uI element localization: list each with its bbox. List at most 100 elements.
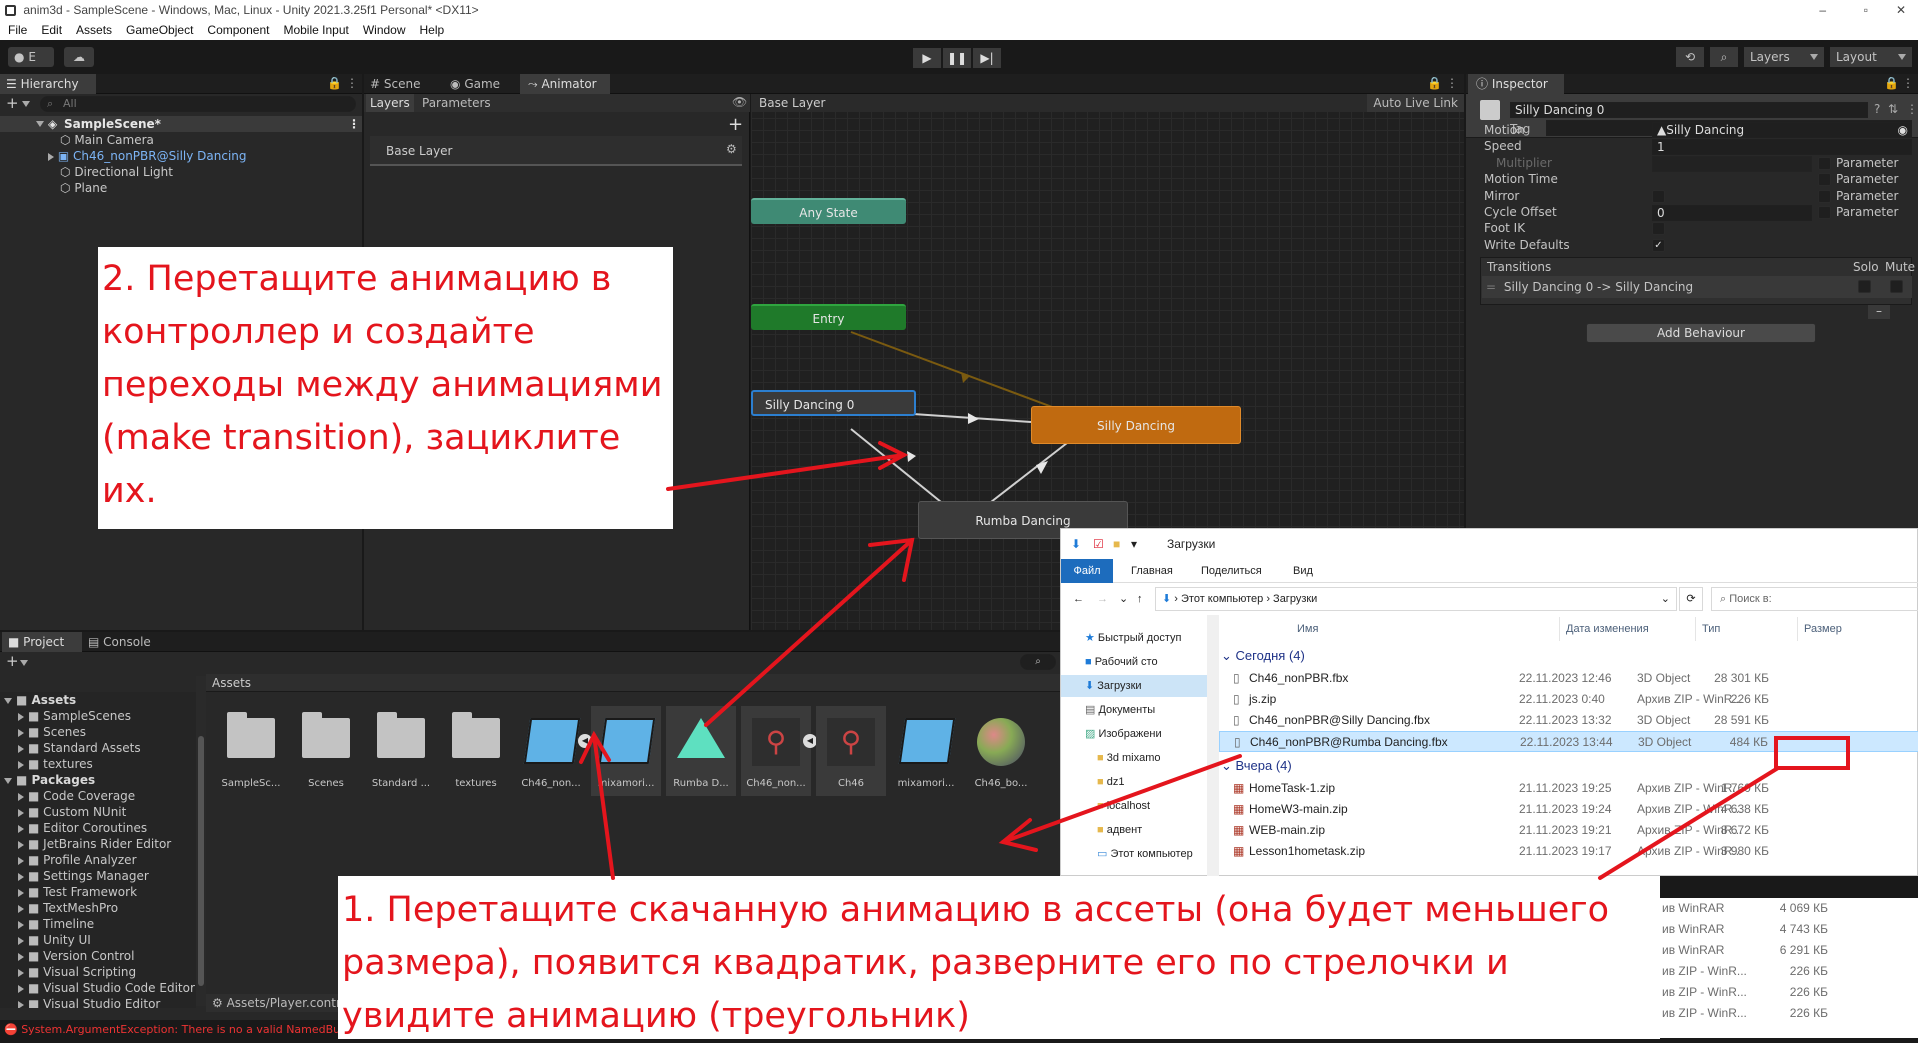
more-icon[interactable]: ⋮ — [346, 76, 358, 90]
help-icon[interactable]: ? — [1874, 102, 1880, 116]
tab-animator[interactable]: ⤳ Animator — [520, 74, 610, 94]
quick-save-icon[interactable]: ⬇ — [1071, 529, 1081, 559]
maximize-icon[interactable]: ▫ — [1864, 0, 1868, 20]
menu-edit[interactable]: Edit — [41, 20, 62, 40]
asset-item[interactable]: SampleSc... — [216, 706, 286, 796]
add-icon[interactable]: + — [6, 94, 19, 112]
expand-icon[interactable] — [48, 152, 54, 161]
project-tree-item[interactable]: ■ JetBrains Rider Editor — [18, 836, 171, 852]
asset-item[interactable]: textures — [441, 706, 511, 796]
properties-icon[interactable]: ☑ — [1093, 529, 1104, 559]
state-name-field[interactable]: Silly Dancing 0 — [1510, 102, 1868, 118]
project-tree-item[interactable]: ■ TextMeshPro — [18, 900, 118, 916]
tab-layers[interactable]: Layers — [366, 94, 414, 112]
menu-assets[interactable]: Assets — [76, 20, 112, 40]
expand-icon[interactable] — [18, 1000, 24, 1008]
file-row[interactable]: ив WinRAR 4 069 КБ — [1660, 898, 1918, 919]
motion-time-param-checkbox[interactable] — [1818, 173, 1831, 186]
tab-console[interactable]: ▤ Console — [88, 632, 168, 652]
nav-item[interactable]: ⬇ Загрузки — [1061, 675, 1207, 697]
more-icon[interactable]: ⋮ — [1446, 76, 1458, 90]
file-row[interactable]: ▦ Lesson1hometask.zip 21.11.2023 19:17 Архи… — [1219, 841, 1918, 862]
ribbon-view[interactable]: Вид — [1293, 559, 1313, 583]
mirror-param-checkbox[interactable] — [1818, 190, 1831, 203]
entry-node[interactable]: Entry — [751, 304, 906, 330]
explorer-search-input[interactable]: ⌕ Поиск в: — [1711, 587, 1918, 611]
project-tree-item[interactable]: ■ Version Control — [18, 948, 134, 964]
settings-icon[interactable]: ⇅ — [1888, 102, 1898, 116]
expand-icon[interactable] — [18, 712, 24, 721]
state-silly-dancing-0[interactable]: Silly Dancing 0 — [751, 390, 916, 416]
back-icon[interactable]: ← — [1073, 583, 1084, 615]
ribbon-home[interactable]: Главная — [1131, 559, 1173, 583]
expand-icon[interactable] — [4, 697, 12, 704]
tab-scene[interactable]: # Scene — [370, 74, 438, 94]
nav-scrollbar[interactable] — [1207, 615, 1219, 877]
menu-mobile-input[interactable]: Mobile Input — [283, 20, 348, 40]
expand-icon[interactable] — [36, 121, 44, 127]
expand-icon[interactable] — [18, 792, 24, 801]
expand-icon[interactable] — [18, 744, 24, 753]
tab-parameters[interactable]: Parameters — [422, 94, 491, 112]
forward-icon[interactable]: → — [1097, 583, 1108, 615]
remove-transition-button[interactable]: – — [1868, 305, 1890, 319]
eye-icon[interactable]: 👁 — [732, 95, 747, 109]
gear-icon[interactable]: ⚙ — [726, 142, 737, 156]
more-icon[interactable]: ⋮ — [348, 116, 360, 132]
any-state-node[interactable]: Any State — [751, 198, 906, 224]
speed-field[interactable]: 1 — [1652, 139, 1912, 155]
asset-item[interactable]: Scenes — [291, 706, 361, 796]
project-tree-item[interactable]: ■ Visual Studio Code Editor — [18, 980, 195, 996]
hierarchy-item[interactable]: ⬡ Main Camera — [60, 132, 154, 148]
nav-item[interactable]: ■ Рабочий сто — [1061, 651, 1207, 673]
asset-item[interactable]: ⚲ Ch46_non... ◀ — [741, 706, 817, 796]
expand-icon[interactable] — [18, 728, 24, 737]
menu-component[interactable]: Component — [207, 20, 269, 40]
scrollbar[interactable] — [196, 676, 206, 1006]
add-behaviour-button[interactable]: Add Behaviour — [1586, 323, 1816, 343]
asset-item[interactable]: ⚲ Ch46 — [816, 706, 886, 796]
cloud-button[interactable]: ☁ — [64, 47, 94, 67]
transition-silly0-rumba[interactable] — [850, 428, 942, 503]
mirror-checkbox[interactable] — [1652, 190, 1665, 203]
state-silly-dancing[interactable]: Silly Dancing — [1031, 406, 1241, 444]
project-tree-item[interactable]: ■ Scenes — [18, 724, 86, 740]
drag-handle-icon[interactable]: = — [1486, 280, 1496, 294]
ribbon-file[interactable]: Файл — [1061, 559, 1113, 583]
chevron-down-icon[interactable] — [22, 101, 30, 107]
search-button[interactable]: ⌕ — [1710, 47, 1738, 67]
file-row[interactable]: ▯ Ch46_nonPBR@Rumba Dancing.fbx 22.11.2023… — [1219, 731, 1918, 752]
status-error[interactable]: System.ArgumentException: There is no a … — [21, 1023, 340, 1036]
history-dropdown-icon[interactable]: ⌄ — [1119, 583, 1128, 615]
col-date[interactable]: Дата изменения — [1559, 617, 1649, 641]
expand-icon[interactable] — [18, 920, 24, 929]
file-group-header[interactable]: ⌄ Сегодня (4) — [1221, 645, 1305, 667]
more-icon[interactable]: ⋮ — [1902, 76, 1914, 90]
tab-hierarchy[interactable]: ☰ Hierarchy — [0, 74, 96, 94]
project-tree-item[interactable]: ■ Timeline — [18, 916, 94, 932]
project-tree-item[interactable]: ■ Standard Assets — [18, 740, 141, 756]
asset-item[interactable]: mixamori... — [891, 706, 961, 796]
more-icon[interactable]: ⋮ — [1906, 102, 1918, 116]
file-row[interactable]: ▯ Ch46_nonPBR.fbx 22.11.2023 12:46 3D Objec… — [1219, 668, 1918, 689]
expand-icon[interactable] — [18, 968, 24, 977]
address-segment[interactable]: Этот компьютер — [1181, 593, 1263, 605]
project-tree-item[interactable]: ■ Unity UI — [18, 932, 91, 948]
tab-game[interactable]: ◉ Game — [450, 74, 518, 94]
cycle-offset-param-checkbox[interactable] — [1818, 206, 1831, 219]
project-tree-item[interactable]: ■ Packages — [4, 772, 95, 788]
expand-icon[interactable] — [18, 872, 24, 881]
tab-project[interactable]: ■ Project — [2, 632, 82, 652]
customize-icon[interactable]: ▾ — [1131, 529, 1137, 559]
multiplier-param-checkbox[interactable] — [1818, 157, 1831, 170]
expand-icon[interactable] — [18, 952, 24, 961]
project-tree-item[interactable]: ■ Visual Scripting — [18, 964, 136, 980]
transition-silly-rumba[interactable] — [990, 435, 1077, 503]
menu-help[interactable]: Help — [420, 20, 445, 40]
motion-field[interactable]: ▲Silly Dancing ◉ — [1652, 122, 1912, 138]
nav-item[interactable]: ■ адвент — [1061, 819, 1207, 841]
asset-item[interactable]: Ch46_bo... — [966, 706, 1036, 796]
asset-item[interactable]: Ch46_non... ◀ — [516, 706, 592, 796]
address-segment[interactable]: Загрузки — [1273, 593, 1317, 605]
expand-icon[interactable] — [18, 840, 24, 849]
